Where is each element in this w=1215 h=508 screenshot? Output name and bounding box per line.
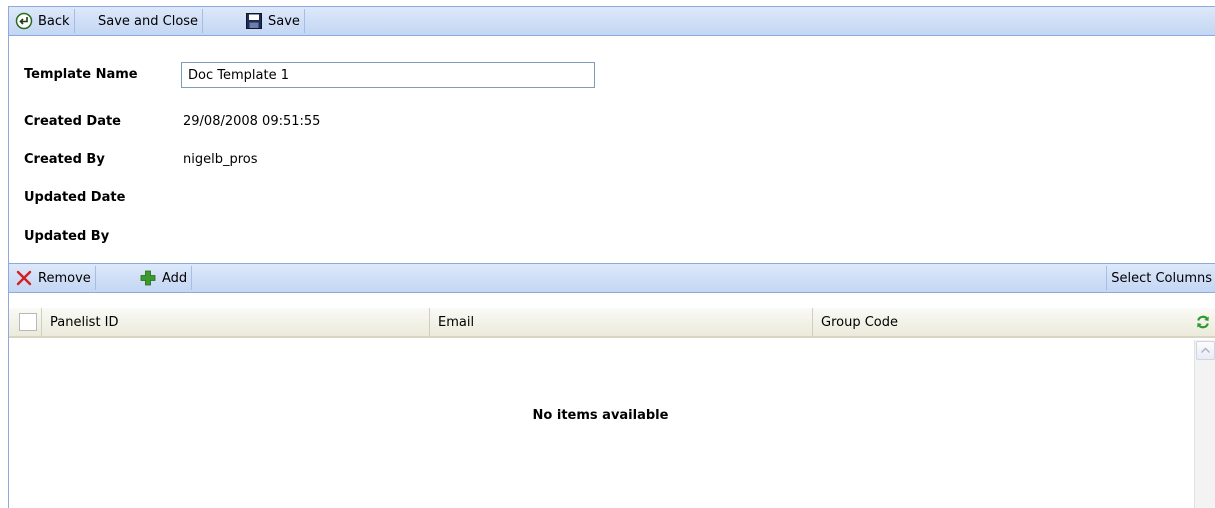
scroll-up-button[interactable] (1196, 341, 1215, 360)
refresh-icon[interactable] (1195, 314, 1211, 330)
select-all-checkbox[interactable] (19, 313, 37, 331)
green-plus-icon (139, 269, 157, 287)
save-and-close-label: Save and Close (98, 13, 199, 29)
back-label: Back (38, 13, 70, 29)
save-and-close-button[interactable]: Save and Close (94, 9, 204, 33)
chevron-up-icon (1197, 347, 1214, 363)
template-editor-panel: Back Save and Close Save Template Name C… (8, 6, 1215, 508)
back-button[interactable]: Back (11, 9, 75, 33)
vertical-scrollbar[interactable] (1194, 340, 1215, 508)
grid-header: Panelist ID Email Group Code (9, 308, 1215, 338)
empty-message: No items available (532, 408, 669, 423)
template-name-label: Template Name (24, 67, 138, 82)
floppy-disk-icon (245, 12, 263, 30)
add-button[interactable]: Add (135, 266, 193, 290)
add-label: Add (162, 270, 188, 286)
created-date-label: Created Date (24, 114, 121, 129)
column-header-label: Email (438, 314, 475, 330)
remove-label: Remove (38, 270, 91, 286)
template-name-input[interactable] (181, 62, 595, 88)
updated-by-label: Updated By (24, 229, 110, 244)
grid-toolbar: Remove Add Select Columns (9, 263, 1215, 293)
created-by-label: Created By (24, 152, 105, 167)
grid-body: No items available (9, 338, 1215, 508)
save-label: Save (268, 13, 300, 29)
red-x-icon (15, 269, 33, 287)
column-header-panelist-id[interactable]: Panelist ID (41, 308, 429, 336)
column-header-label: Panelist ID (50, 314, 119, 330)
select-columns-button[interactable]: Select Columns (1106, 266, 1215, 290)
back-arrow-circle-icon (15, 12, 33, 30)
column-header-email[interactable]: Email (429, 308, 812, 336)
remove-button[interactable]: Remove (11, 266, 96, 290)
select-columns-label: Select Columns (1111, 270, 1212, 286)
column-header-label: Group Code (821, 314, 898, 330)
created-by-value: nigelb_pros (183, 152, 258, 167)
updated-date-label: Updated Date (24, 190, 126, 205)
column-header-group-code[interactable]: Group Code (812, 308, 1182, 336)
save-button[interactable]: Save (241, 9, 305, 33)
created-date-value: 29/08/2008 09:51:55 (183, 114, 321, 129)
main-toolbar: Back Save and Close Save (9, 6, 1215, 36)
